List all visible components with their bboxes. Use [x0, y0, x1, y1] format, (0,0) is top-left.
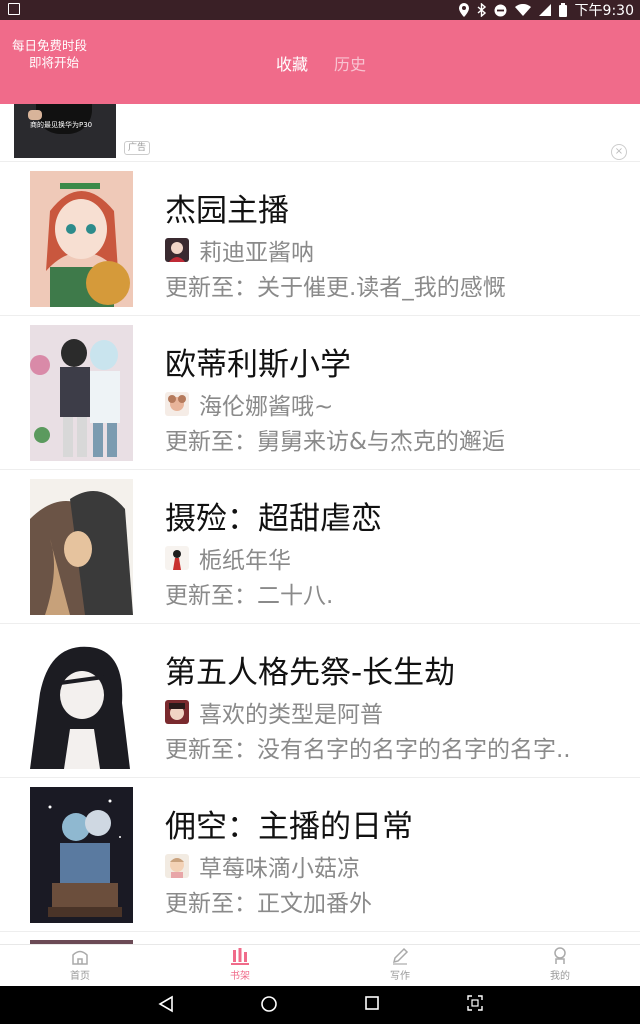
latest-chapter: 更新至：正文加番外	[165, 891, 372, 917]
bottom-nav: 首页 书架 写作 我的	[0, 944, 640, 986]
nav-label: 书架	[230, 971, 250, 982]
screenshot-icon[interactable]	[467, 995, 483, 1011]
author-name: 莉迪亚酱呐	[199, 240, 314, 266]
book-cover[interactable]	[30, 171, 133, 307]
status-bar: 下午9:30	[0, 0, 640, 20]
book-title: 欧蒂利斯小学	[165, 347, 351, 383]
author-avatar	[165, 854, 189, 878]
bluetooth-icon	[477, 3, 486, 17]
do-not-disturb-icon	[494, 4, 507, 16]
author-avatar	[165, 700, 189, 724]
ad-close-icon[interactable]: ×	[611, 144, 627, 160]
book-cover[interactable]	[30, 787, 133, 923]
free-period-line2: 即将开始	[29, 55, 80, 70]
bookshelf-list: 杰园主播 莉迪亚酱呐 更新至：关于催更.读者_我的感慨 欧蒂利斯小学 海伦娜酱哦…	[0, 162, 640, 932]
app-header: 每日免费时段 即将开始 收藏 历史	[0, 20, 640, 104]
tab-history[interactable]: 历史	[334, 51, 366, 75]
bookshelf-icon	[231, 948, 249, 965]
profile-icon	[554, 947, 566, 964]
author-avatar	[165, 546, 189, 570]
author-name: 喜欢的类型是阿普	[199, 702, 383, 728]
free-period-button[interactable]: 每日免费时段 即将开始	[12, 37, 87, 71]
latest-chapter: 更新至：关于催更.读者_我的感慨	[165, 275, 506, 301]
book-title: 佣空：主播的日常	[165, 809, 413, 845]
book-item[interactable]: 欧蒂利斯小学 海伦娜酱哦~ 更新至：舅舅来访&与杰克的邂逅	[0, 316, 640, 470]
home-button-icon[interactable]	[260, 995, 278, 1013]
android-nav-bar	[0, 986, 640, 1024]
recents-icon[interactable]	[364, 995, 380, 1011]
pen-icon	[392, 947, 409, 965]
book-item[interactable]: 杰园主播 莉迪亚酱呐 更新至：关于催更.读者_我的感慨	[0, 162, 640, 316]
free-period-line1: 每日免费时段	[12, 38, 88, 53]
book-cover[interactable]	[30, 325, 133, 461]
book-item[interactable]: 佣空：主播的日常 草莓味滴小菇凉 更新至：正文加番外	[0, 778, 640, 932]
signal-icon	[538, 4, 551, 16]
back-icon[interactable]	[158, 995, 174, 1013]
latest-chapter: 更新至：二十八.	[165, 583, 334, 609]
gallery-notification-icon	[8, 3, 20, 15]
nav-write[interactable]: 写作	[370, 947, 430, 982]
book-cover[interactable]	[30, 479, 133, 615]
tab-favorites[interactable]: 收藏	[276, 51, 308, 75]
status-icons: 下午9:30	[458, 1, 634, 19]
nav-bookshelf[interactable]: 书架	[210, 947, 270, 982]
battery-icon	[558, 3, 567, 17]
author-name: 草莓味滴小菇凉	[199, 856, 360, 882]
ad-caption: 商的最见换华为P30	[30, 121, 93, 129]
book-cover[interactable]	[30, 633, 133, 769]
nav-label: 我的	[550, 971, 570, 982]
author-avatar	[165, 238, 189, 262]
latest-chapter: 更新至：没有名字的名字的名字的名字..	[165, 737, 571, 763]
book-item[interactable]: 摄殓：超甜虐恋 栀纸年华 更新至：二十八.	[0, 470, 640, 624]
author-name: 海伦娜酱哦~	[199, 394, 334, 420]
ad-image[interactable]: 商的最见换华为P30	[14, 104, 116, 158]
nav-home[interactable]: 首页	[50, 947, 110, 982]
ad-banner[interactable]: 商的最见换华为P30 广告 ×	[0, 104, 640, 162]
location-icon	[458, 3, 469, 17]
ad-badge: 广告	[124, 141, 151, 155]
nav-label: 首页	[70, 971, 90, 982]
status-time: 下午9:30	[574, 3, 634, 19]
book-title: 摄殓：超甜虐恋	[165, 501, 382, 537]
book-item[interactable]: 第五人格先祭-长生劫 喜欢的类型是阿普 更新至：没有名字的名字的名字的名字..	[0, 624, 640, 778]
wifi-icon	[514, 4, 531, 16]
nav-label: 写作	[390, 971, 410, 982]
latest-chapter: 更新至：舅舅来访&与杰克的邂逅	[165, 429, 505, 455]
book-title: 第五人格先祭-长生劫	[165, 655, 456, 691]
author-avatar	[165, 392, 189, 416]
nav-profile[interactable]: 我的	[530, 947, 590, 982]
book-title: 杰园主播	[165, 193, 289, 229]
author-name: 栀纸年华	[199, 548, 291, 574]
home-icon	[72, 950, 88, 965]
